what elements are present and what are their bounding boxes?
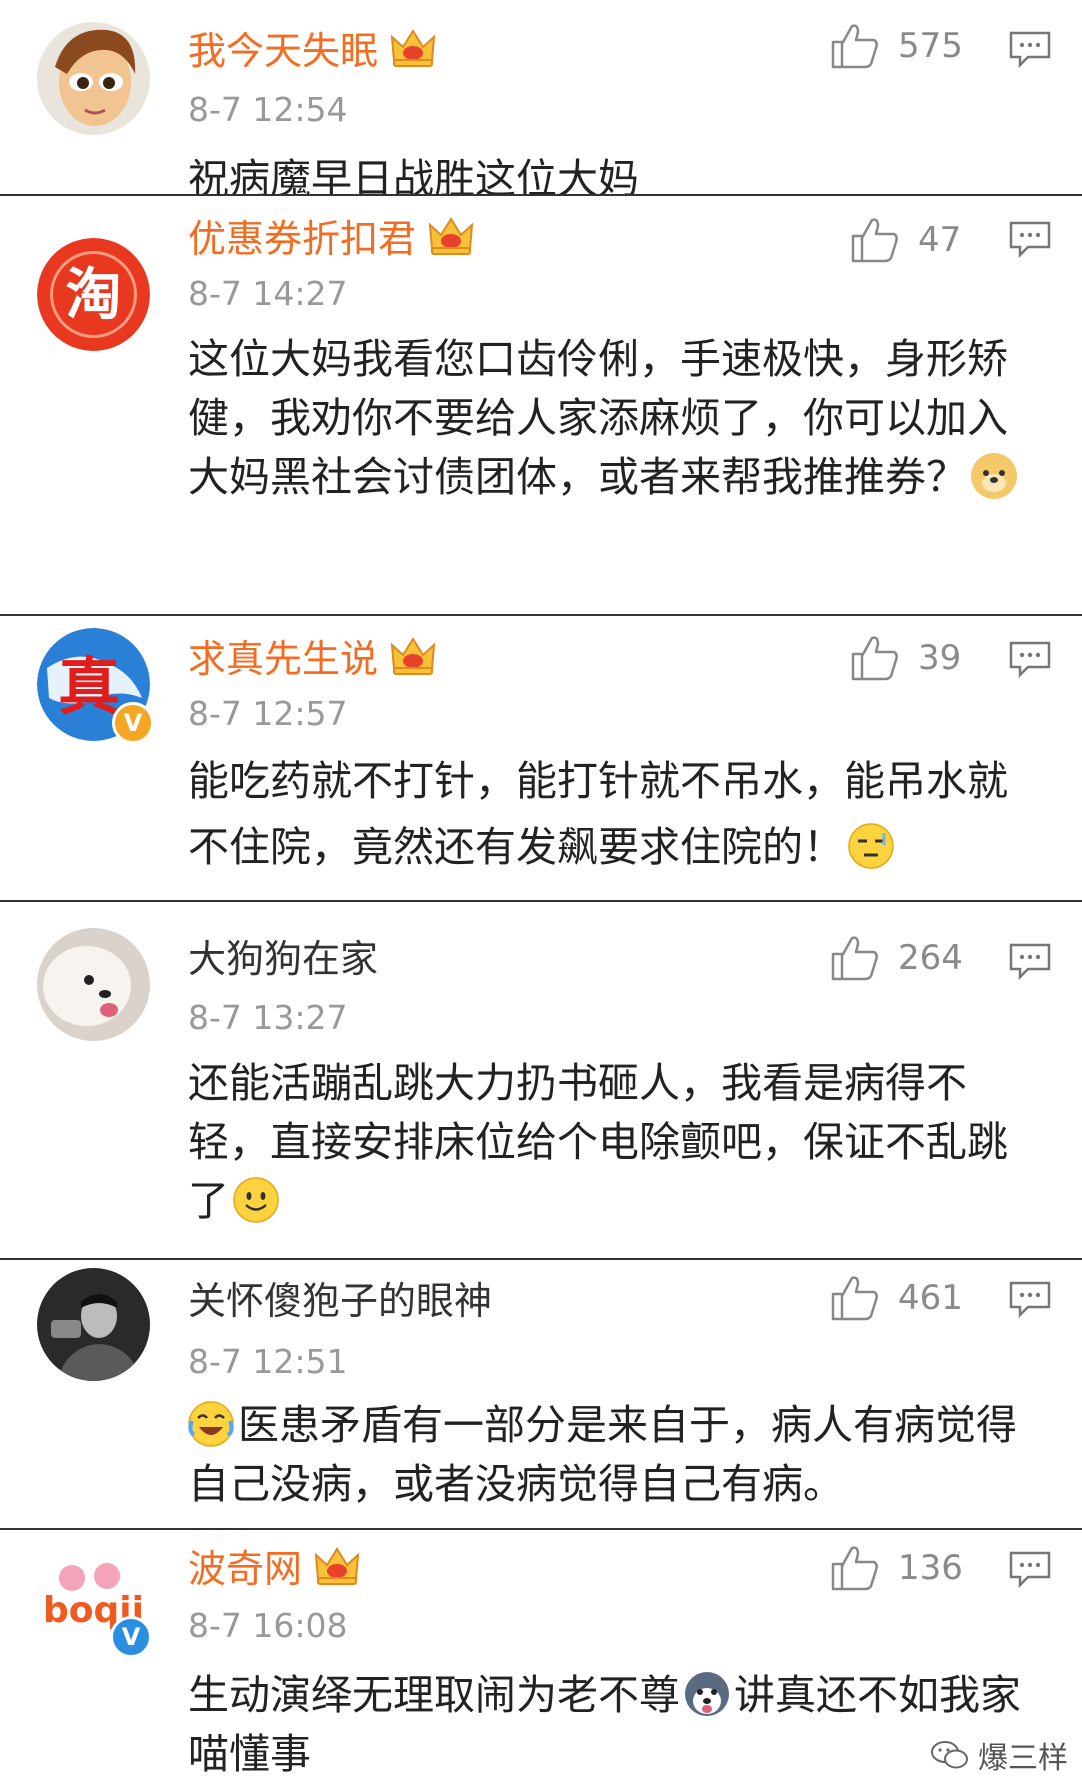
husky-emoji-icon <box>684 1671 730 1717</box>
comment-text: 生动演绎无理取闹为老不尊 讲真还不如我家喵懂事 <box>188 1671 1021 1778</box>
comment-text: 还能活蹦乱跳大力扔书砸人，我看是病得不轻，直接安排床位给个电除颤吧，保证不乱跳了 <box>188 1059 1008 1225</box>
bw-photo-avatar-icon <box>37 1268 150 1381</box>
comment-reply-icon[interactable] <box>1008 942 1052 980</box>
like-button[interactable]: 575 <box>830 22 963 70</box>
comment-reply-icon[interactable] <box>1008 640 1052 678</box>
cartoon-boy-avatar-icon <box>37 22 150 135</box>
username[interactable]: 波奇网 <box>188 1542 360 1596</box>
comment-text: 医患矛盾有一部分是来自于，病人有病觉得自己没病，或者没病觉得自己有病。 <box>188 1401 1017 1508</box>
vip-crown-icon <box>390 636 436 675</box>
wechat-icon <box>931 1741 968 1769</box>
speechless-emoji-icon <box>848 822 894 869</box>
like-count: 264 <box>898 938 963 978</box>
avatar[interactable]: 淘 <box>37 238 150 351</box>
comment-text: 能吃药就不打针，能打针就不吊水，能吊水就不住院，竟然还有发飙要求住院的！ <box>188 757 1008 871</box>
like-count: 39 <box>918 638 962 678</box>
thumbs-up-icon <box>831 1546 878 1591</box>
like-button[interactable]: 136 <box>830 1544 963 1592</box>
comment-item: 真 V 求真先生说 8-7 12:57 39 能吃药就不打针，能打针就不吊水，能… <box>0 616 1082 902</box>
avatar[interactable] <box>37 22 150 135</box>
thumbs-up-icon <box>831 1276 878 1321</box>
laugh-cry-emoji-icon <box>188 1401 234 1447</box>
like-count: 136 <box>898 1548 963 1588</box>
smile-emoji-icon <box>233 1177 279 1223</box>
avatar[interactable] <box>37 928 150 1041</box>
like-button[interactable]: 264 <box>830 934 963 982</box>
timestamp: 8-7 16:08 <box>188 1606 348 1645</box>
vip-crown-icon <box>390 28 436 67</box>
timestamp: 8-7 14:27 <box>188 274 348 313</box>
avatar-text: 淘 <box>66 263 122 328</box>
like-count: 575 <box>898 26 963 66</box>
comment-reply-icon[interactable] <box>1008 220 1052 258</box>
timestamp: 8-7 12:54 <box>188 90 348 129</box>
white-dog-avatar-icon <box>37 928 150 1041</box>
comment-reply-icon[interactable] <box>1008 1550 1052 1588</box>
avatar[interactable] <box>37 1268 150 1381</box>
like-count: 47 <box>918 220 962 260</box>
username[interactable]: 我今天失眠 <box>188 24 436 78</box>
comment-item: 我今天失眠 8-7 12:54 575 祝病魔早日战胜这位大妈 <box>0 0 1082 196</box>
timestamp: 8-7 12:57 <box>188 694 348 733</box>
verified-badge-icon: V <box>112 702 154 744</box>
comment-reply-icon[interactable] <box>1008 30 1052 68</box>
comment-item: 淘 优惠券折扣君 8-7 14:27 47 这位大妈我看您口齿伶俐，手速极快，身… <box>0 196 1082 616</box>
comment-text: 这位大妈我看您口齿伶俐，手速极快，身形矫健，我劝你不要给人家添麻烦了，你可以加入… <box>188 330 1046 507</box>
username[interactable]: 求真先生说 <box>188 632 436 686</box>
comment-item: 关怀傻狍子的眼神 8-7 12:51 461 医患矛盾有一部分是来自于，病人有病… <box>0 1260 1082 1530</box>
timestamp: 8-7 13:27 <box>188 998 348 1037</box>
verified-badge-icon: V <box>110 1616 152 1658</box>
like-button[interactable]: 39 <box>850 634 961 682</box>
comment-text: 祝病魔早日战胜这位大妈 <box>188 155 639 196</box>
username[interactable]: 大狗狗在家 <box>188 932 378 986</box>
watermark: 爆三样 <box>930 1733 1068 1777</box>
thumbs-up-icon <box>831 936 878 981</box>
thumbs-up-icon <box>851 636 898 681</box>
vip-crown-icon <box>428 216 474 255</box>
username[interactable]: 优惠券折扣君 <box>188 212 474 266</box>
vip-crown-icon <box>314 1546 360 1585</box>
thumbs-up-icon <box>851 218 898 263</box>
username[interactable]: 关怀傻狍子的眼神 <box>188 1274 492 1328</box>
comment-item: boqii V 波奇网 8-7 16:08 136 生动演绎无理取闹为老不尊 讲真… <box>0 1530 1082 1787</box>
comment-reply-icon[interactable] <box>1008 1280 1052 1318</box>
taobao-avatar-icon: 淘 <box>37 238 150 351</box>
timestamp: 8-7 12:51 <box>188 1342 348 1381</box>
like-button[interactable]: 47 <box>850 216 961 264</box>
avatar-text: 真 <box>58 650 120 723</box>
comment-item: 大狗狗在家 8-7 13:27 264 还能活蹦乱跳大力扔书砸人，我看是病得不轻… <box>0 902 1082 1260</box>
like-count: 461 <box>898 1278 963 1318</box>
like-button[interactable]: 461 <box>830 1274 963 1322</box>
thumbs-up-icon <box>831 24 878 69</box>
doge-emoji-icon <box>971 453 1017 499</box>
